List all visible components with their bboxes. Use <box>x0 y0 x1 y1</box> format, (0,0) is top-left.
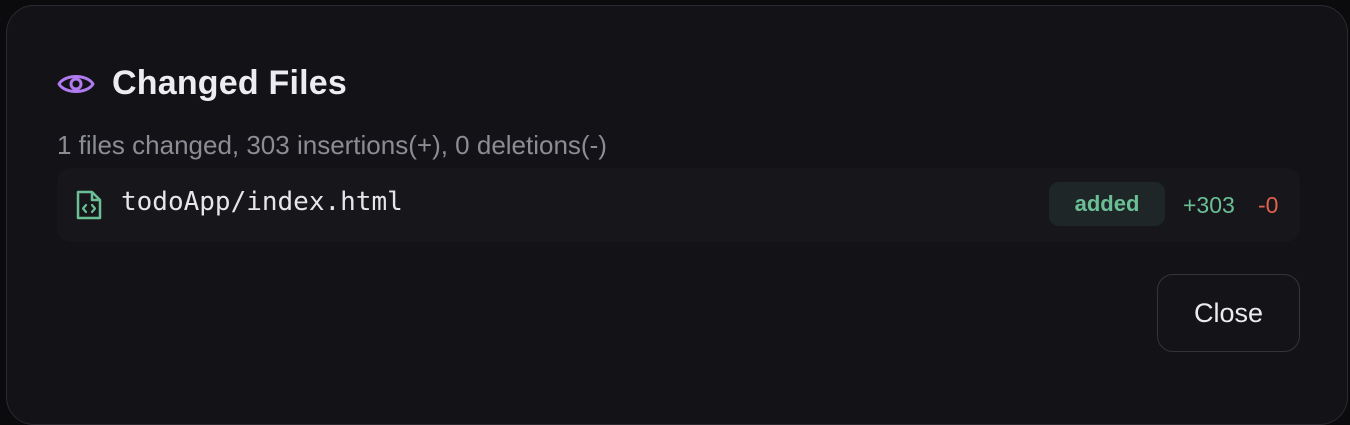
status-badge: added <box>1049 182 1165 226</box>
file-row[interactable]: todoApp/index.html added +303 -0 <box>57 168 1300 242</box>
changes-summary: 1 files changed, 303 insertions(+), 0 de… <box>57 130 607 160</box>
file-path: todoApp/index.html <box>121 187 403 217</box>
file-code-icon <box>75 189 103 221</box>
dialog-header: Changed Files <box>57 64 347 103</box>
eye-icon <box>57 65 95 103</box>
insertions-count: +303 <box>1183 192 1235 218</box>
deletions-count: -0 <box>1258 192 1279 218</box>
changed-files-dialog: Changed Files 1 files changed, 303 inser… <box>6 5 1348 425</box>
dialog-title: Changed Files <box>112 64 347 102</box>
close-button[interactable]: Close <box>1157 274 1300 352</box>
